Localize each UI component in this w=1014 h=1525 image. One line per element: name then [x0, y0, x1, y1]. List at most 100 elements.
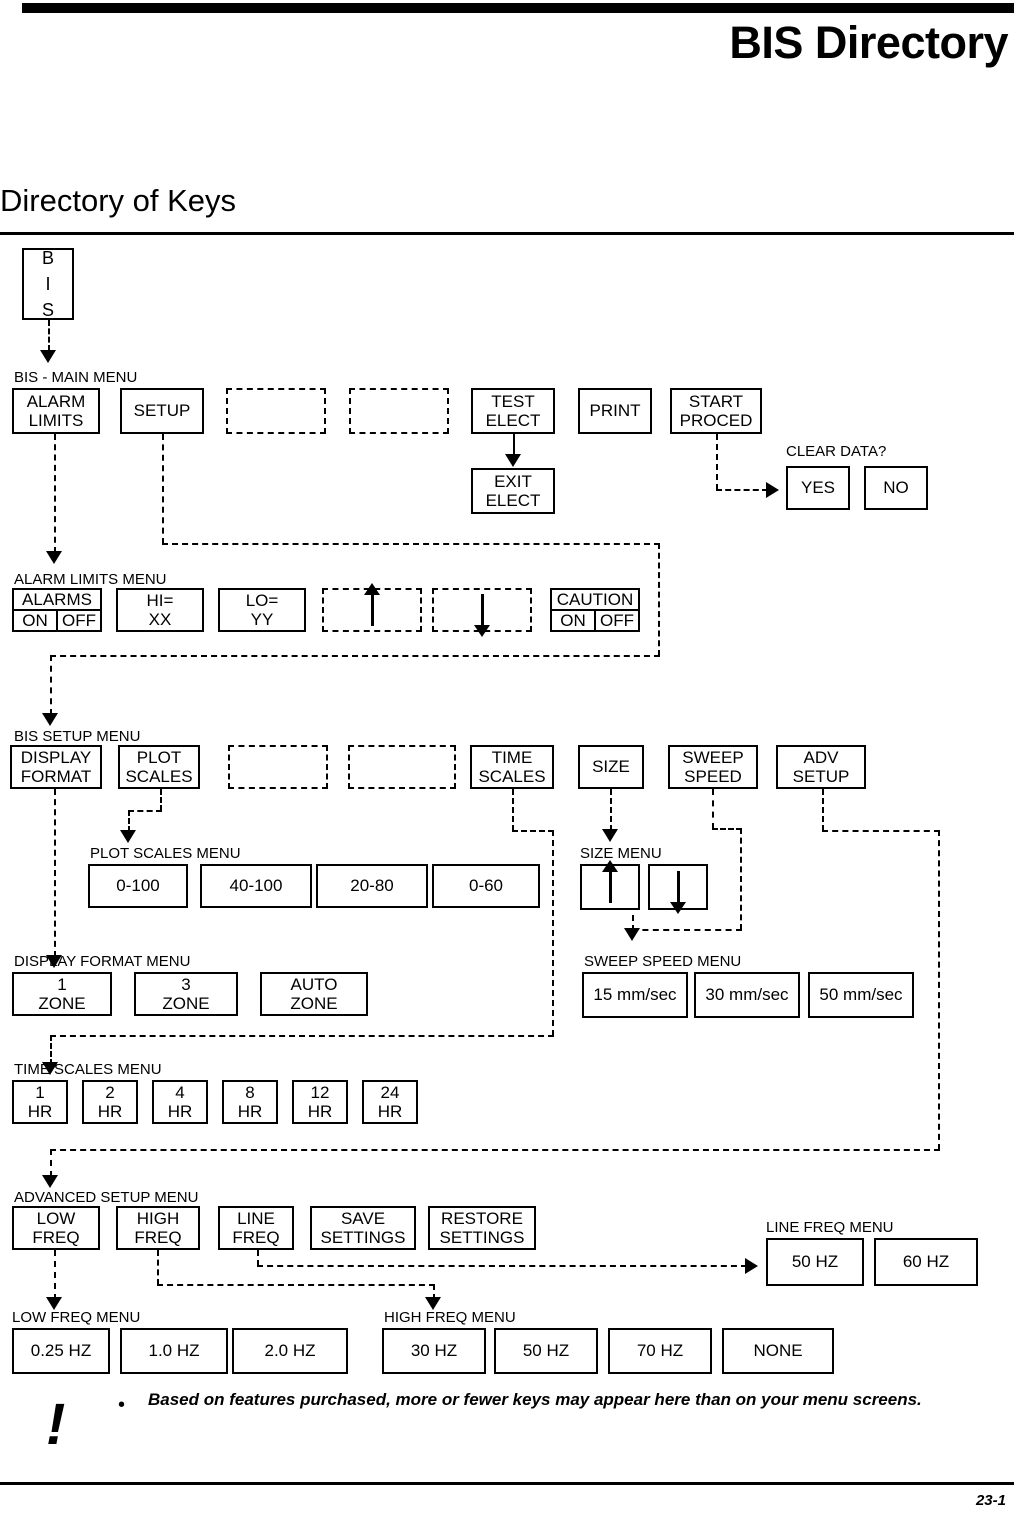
connector-sweep-speed-down	[712, 789, 714, 829]
arrowhead-bis-to-main	[40, 350, 56, 363]
caption-low-freq-menu: LOW FREQ MENU	[12, 1309, 141, 1326]
key-line-freq-50hz[interactable]: 50 HZ	[766, 1238, 864, 1286]
connector-setup-into-bis-setup	[50, 655, 52, 715]
caption-high-freq-menu: HIGH FREQ MENU	[384, 1309, 516, 1326]
key-exit-elect[interactable]: EXIT ELECT	[471, 468, 555, 514]
key-time-12hr[interactable]: 12 HR	[292, 1080, 348, 1124]
key-line-freq[interactable]: LINE FREQ	[218, 1206, 294, 1250]
key-sweep-speed[interactable]: SWEEP SPEED	[668, 745, 758, 789]
caption-size-menu: SIZE MENU	[580, 845, 662, 862]
key-time-1hr[interactable]: 1 HR	[12, 1080, 68, 1124]
key-size-up[interactable]	[580, 860, 640, 910]
caption-display-format-menu: DISPLAY FORMAT MENU	[14, 953, 191, 970]
connector-adv-setup-return-left	[50, 1149, 940, 1151]
key-plot-scale-0-60[interactable]: 0-60	[432, 864, 540, 908]
connector-alarm-limits-down	[54, 434, 56, 553]
key-blank-setup-2	[348, 745, 456, 789]
key-caution-on[interactable]: ON	[552, 611, 596, 630]
key-alarms-off[interactable]: OFF	[58, 611, 100, 630]
key-high-freq-none[interactable]: NONE	[722, 1328, 834, 1374]
connector-time-scales-right	[512, 830, 554, 832]
caption-alarm-limits-menu: ALARM LIMITS MENU	[14, 571, 167, 588]
key-clear-data-no[interactable]: NO	[864, 466, 928, 510]
header-rule	[22, 3, 1014, 13]
connector-plot-scales-into-menu	[128, 810, 130, 832]
connector-setup-down	[162, 434, 164, 544]
footer-divider	[0, 1482, 1014, 1485]
key-low-freq-2-0hz[interactable]: 2.0 HZ	[232, 1328, 348, 1374]
key-1-zone[interactable]: 1 ZONE	[12, 972, 112, 1016]
arrowhead-line-freq-menu	[745, 1258, 758, 1274]
key-time-4hr[interactable]: 4 HR	[152, 1080, 208, 1124]
key-alarm-up[interactable]	[322, 583, 422, 632]
key-setup[interactable]: SETUP	[120, 388, 204, 434]
caption-line-freq-menu: LINE FREQ MENU	[766, 1219, 894, 1236]
key-high-freq-30hz[interactable]: 30 HZ	[382, 1328, 486, 1374]
key-time-2hr[interactable]: 2 HR	[82, 1080, 138, 1124]
key-display-format[interactable]: DISPLAY FORMAT	[10, 745, 102, 789]
key-auto-zone[interactable]: AUTO ZONE	[260, 972, 368, 1016]
arrowhead-bis-setup-menu	[42, 713, 58, 726]
key-plot-scale-20-80[interactable]: 20-80	[316, 864, 428, 908]
arrowhead-to-yes	[766, 482, 779, 498]
key-time-8hr[interactable]: 8 HR	[222, 1080, 278, 1124]
caption-plot-scales-menu: PLOT SCALES MENU	[90, 845, 241, 862]
key-high-freq-50hz[interactable]: 50 HZ	[494, 1328, 598, 1374]
key-sweep-50[interactable]: 50 mm/sec	[808, 972, 914, 1018]
key-print[interactable]: PRINT	[578, 388, 652, 434]
connector-test-to-exit	[513, 434, 515, 456]
caption-bis-setup-menu: BIS SETUP MENU	[14, 728, 141, 745]
connector-start-proced-right	[716, 489, 768, 491]
key-low-freq[interactable]: LOW FREQ	[12, 1206, 100, 1250]
note-bullet: •	[118, 1394, 126, 1416]
key-clear-data-yes[interactable]: YES	[786, 466, 850, 510]
key-sweep-15[interactable]: 15 mm/sec	[582, 972, 688, 1018]
key-hi-limit[interactable]: HI= XX	[116, 588, 204, 632]
connector-high-freq-down	[157, 1250, 159, 1285]
key-save-settings[interactable]: SAVE SETTINGS	[310, 1206, 416, 1250]
key-alarms-on[interactable]: ON	[14, 611, 58, 630]
connector-adv-setup-down	[822, 789, 824, 831]
connector-plot-scales-down	[160, 789, 162, 811]
arrowhead-size-menu	[602, 829, 618, 842]
key-caution-toggle[interactable]: CAUTION ON OFF	[550, 588, 640, 632]
key-start-proced[interactable]: START PROCED	[670, 388, 762, 434]
key-time-24hr[interactable]: 24 HR	[362, 1080, 418, 1124]
connector-line-freq-down	[257, 1250, 259, 1266]
connector-bis-to-main	[48, 320, 50, 351]
key-high-freq-70hz[interactable]: 70 HZ	[608, 1328, 712, 1374]
key-high-freq[interactable]: HIGH FREQ	[116, 1206, 200, 1250]
key-sweep-30[interactable]: 30 mm/sec	[694, 972, 800, 1018]
key-3-zone[interactable]: 3 ZONE	[134, 972, 238, 1016]
key-blank-main-1	[226, 388, 326, 434]
key-low-freq-0-25hz[interactable]: 0.25 HZ	[12, 1328, 110, 1374]
bis-root-key[interactable]: B I S	[22, 248, 74, 320]
key-caution-off[interactable]: OFF	[596, 611, 638, 630]
key-caution-title: CAUTION	[552, 590, 638, 611]
connector-setup-return-left	[50, 655, 660, 657]
connector-setup-right	[162, 543, 660, 545]
key-blank-setup-1	[228, 745, 328, 789]
key-lo-limit[interactable]: LO= YY	[218, 588, 306, 632]
key-size-down[interactable]	[648, 864, 708, 914]
section-heading: Directory of Keys	[0, 183, 237, 218]
key-plot-scales[interactable]: PLOT SCALES	[118, 745, 200, 789]
key-low-freq-1-0hz[interactable]: 1.0 HZ	[120, 1328, 228, 1374]
key-restore-settings[interactable]: RESTORE SETTINGS	[428, 1206, 536, 1250]
key-test-elect[interactable]: TEST ELECT	[471, 388, 555, 434]
arrow-down-icon	[669, 871, 686, 914]
key-adv-setup[interactable]: ADV SETUP	[776, 745, 866, 789]
key-size[interactable]: SIZE	[578, 745, 644, 789]
key-plot-scale-40-100[interactable]: 40-100	[200, 864, 312, 908]
key-alarms-toggle[interactable]: ALARMS ON OFF	[12, 588, 102, 632]
key-time-scales[interactable]: TIME SCALES	[470, 745, 554, 789]
key-alarm-down[interactable]	[432, 588, 532, 637]
key-alarm-limits[interactable]: ALARM LIMITS	[12, 388, 100, 434]
connector-time-scales-vertical	[552, 830, 554, 1036]
connector-plot-scales-left	[128, 810, 162, 812]
key-blank-main-2	[349, 388, 449, 434]
key-alarms-title: ALARMS	[14, 590, 100, 611]
connector-line-freq-right	[257, 1265, 747, 1267]
key-line-freq-60hz[interactable]: 60 HZ	[874, 1238, 978, 1286]
key-plot-scale-0-100[interactable]: 0-100	[88, 864, 188, 908]
